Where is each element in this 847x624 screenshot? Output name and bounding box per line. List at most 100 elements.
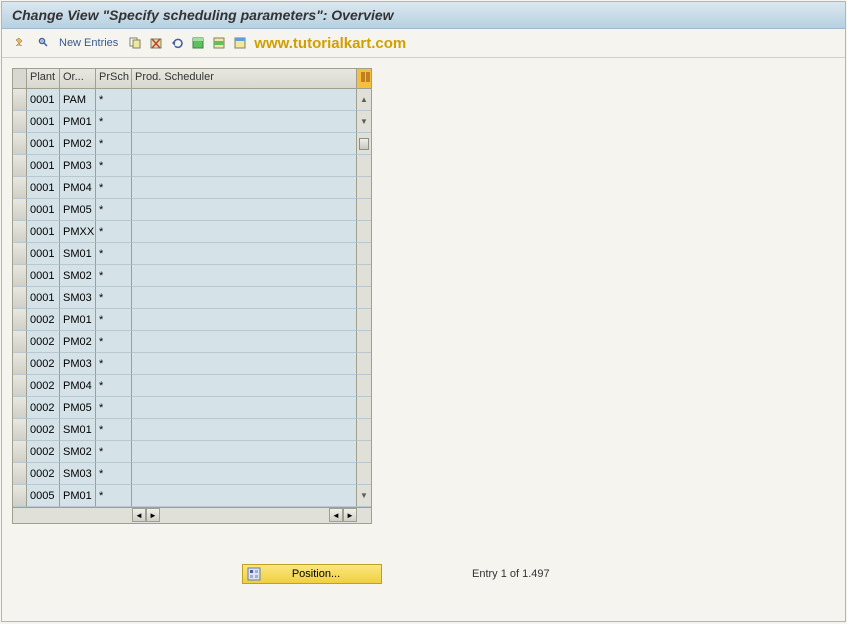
row-selector[interactable] <box>13 485 27 507</box>
horizontal-scrollbar[interactable]: ◄ ► ◄ ► <box>13 507 371 523</box>
cell-prod[interactable] <box>132 265 357 287</box>
row-selector[interactable] <box>13 375 27 397</box>
cell-prod[interactable] <box>132 331 357 353</box>
row-selector[interactable] <box>13 441 27 463</box>
toggle-display-icon[interactable] <box>12 34 30 52</box>
column-header-prod[interactable]: Prod. Scheduler <box>132 69 357 88</box>
table-row[interactable]: 0001PM03* <box>13 155 371 177</box>
cell-plant[interactable]: 0002 <box>27 419 60 441</box>
cell-order[interactable]: PM01 <box>60 485 96 507</box>
cell-plant[interactable]: 0002 <box>27 309 60 331</box>
copy-icon[interactable] <box>126 34 144 52</box>
cell-prsch[interactable]: * <box>96 353 132 375</box>
table-row[interactable]: 0002PM04* <box>13 375 371 397</box>
cell-plant[interactable]: 0001 <box>27 243 60 265</box>
row-selector[interactable] <box>13 133 27 155</box>
cell-prod[interactable] <box>132 287 357 309</box>
cell-prsch[interactable]: * <box>96 463 132 485</box>
cell-order[interactable]: SM01 <box>60 243 96 265</box>
cell-prod[interactable] <box>132 133 357 155</box>
cell-plant[interactable]: 0002 <box>27 463 60 485</box>
cell-prsch[interactable]: * <box>96 243 132 265</box>
delete-icon[interactable] <box>147 34 165 52</box>
cell-prsch[interactable]: * <box>96 155 132 177</box>
cell-prsch[interactable]: * <box>96 177 132 199</box>
row-selector[interactable] <box>13 111 27 133</box>
row-selector[interactable] <box>13 265 27 287</box>
cell-order[interactable]: SM03 <box>60 287 96 309</box>
table-row[interactable]: 0005PM01*▼ <box>13 485 371 507</box>
cell-order[interactable]: SM01 <box>60 419 96 441</box>
row-selector[interactable] <box>13 287 27 309</box>
cell-prod[interactable] <box>132 89 357 111</box>
table-row[interactable]: 0002SM03* <box>13 463 371 485</box>
scroll-left2-icon[interactable]: ◄ <box>329 508 343 522</box>
cell-prsch[interactable]: * <box>96 397 132 419</box>
cell-plant[interactable]: 0001 <box>27 155 60 177</box>
cell-prod[interactable] <box>132 485 357 507</box>
select-block-icon[interactable] <box>210 34 228 52</box>
cell-prod[interactable] <box>132 221 357 243</box>
cell-prsch[interactable]: * <box>96 419 132 441</box>
table-row[interactable]: 0001PMXX* <box>13 221 371 243</box>
column-header-order[interactable]: Or... <box>60 69 96 88</box>
cell-prsch[interactable]: * <box>96 309 132 331</box>
cell-plant[interactable]: 0001 <box>27 199 60 221</box>
column-header-plant[interactable]: Plant <box>27 69 60 88</box>
row-selector[interactable] <box>13 177 27 199</box>
cell-order[interactable]: PM04 <box>60 177 96 199</box>
cell-prsch[interactable]: * <box>96 375 132 397</box>
cell-plant[interactable]: 0001 <box>27 111 60 133</box>
row-selector[interactable] <box>13 89 27 111</box>
cell-prsch[interactable]: * <box>96 287 132 309</box>
cell-prod[interactable] <box>132 441 357 463</box>
table-row[interactable]: 0001PM02* <box>13 133 371 155</box>
cell-plant[interactable]: 0002 <box>27 441 60 463</box>
other-view-icon[interactable] <box>33 34 51 52</box>
deselect-all-icon[interactable] <box>231 34 249 52</box>
cell-prsch[interactable]: * <box>96 485 132 507</box>
cell-plant[interactable]: 0001 <box>27 177 60 199</box>
cell-plant[interactable]: 0002 <box>27 353 60 375</box>
cell-prod[interactable] <box>132 309 357 331</box>
cell-prod[interactable] <box>132 375 357 397</box>
row-selector[interactable] <box>13 309 27 331</box>
cell-order[interactable]: PM02 <box>60 331 96 353</box>
scroll-right2-icon[interactable]: ► <box>343 508 357 522</box>
cell-plant[interactable]: 0005 <box>27 485 60 507</box>
cell-order[interactable]: SM03 <box>60 463 96 485</box>
cell-order[interactable]: SM02 <box>60 265 96 287</box>
row-selector[interactable] <box>13 419 27 441</box>
table-row[interactable]: 0002PM02* <box>13 331 371 353</box>
position-button[interactable]: Position... <box>242 564 382 584</box>
row-selector[interactable] <box>13 221 27 243</box>
cell-plant[interactable]: 0001 <box>27 89 60 111</box>
cell-order[interactable]: PM02 <box>60 133 96 155</box>
cell-prod[interactable] <box>132 199 357 221</box>
cell-order[interactable]: PM05 <box>60 397 96 419</box>
column-header-prsch[interactable]: PrSch <box>96 69 132 88</box>
cell-prod[interactable] <box>132 463 357 485</box>
table-row[interactable]: 0002PM05* <box>13 397 371 419</box>
table-row[interactable]: 0002PM01* <box>13 309 371 331</box>
table-row[interactable]: 0002SM02* <box>13 441 371 463</box>
table-row[interactable]: 0001SM01* <box>13 243 371 265</box>
cell-order[interactable]: PM03 <box>60 353 96 375</box>
cell-order[interactable]: SM02 <box>60 441 96 463</box>
cell-prsch[interactable]: * <box>96 199 132 221</box>
cell-prsch[interactable]: * <box>96 133 132 155</box>
cell-prod[interactable] <box>132 243 357 265</box>
row-selector[interactable] <box>13 353 27 375</box>
new-entries-link[interactable]: New Entries <box>59 37 118 49</box>
row-selector[interactable] <box>13 199 27 221</box>
cell-order[interactable]: PAM <box>60 89 96 111</box>
cell-prod[interactable] <box>132 353 357 375</box>
cell-plant[interactable]: 0001 <box>27 221 60 243</box>
table-row[interactable]: 0002SM01* <box>13 419 371 441</box>
table-row[interactable]: 0002PM03* <box>13 353 371 375</box>
row-selector[interactable] <box>13 331 27 353</box>
table-row[interactable]: 0001PAM*▲ <box>13 89 371 111</box>
table-config-icon[interactable] <box>357 69 371 88</box>
cell-prsch[interactable]: * <box>96 331 132 353</box>
table-row[interactable]: 0001PM04* <box>13 177 371 199</box>
